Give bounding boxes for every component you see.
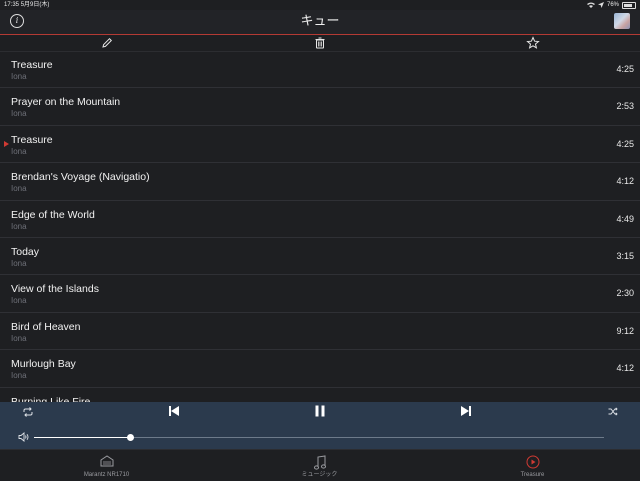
queue-list[interactable]: Treasure Iona 4:25 Prayer on the Mountain Io… [0, 51, 640, 402]
repeat-icon[interactable] [22, 407, 34, 417]
queue-toolbar [0, 35, 640, 52]
tab-receiver[interactable]: Marantz NR1710 [0, 450, 213, 481]
queue-row[interactable]: Treasure Iona 4:25 [0, 126, 640, 164]
queue-row[interactable]: Edge of the World Iona 4:49 [0, 201, 640, 238]
tab-label: Treasure [520, 472, 545, 478]
shuffle-icon[interactable] [608, 407, 618, 416]
track-title: Prayer on the Mountain [11, 96, 121, 109]
tab-label: ミュージック [301, 472, 338, 478]
queue-row[interactable]: View of the Islands Iona 2:30 [0, 275, 640, 313]
battery-icon [622, 1, 636, 9]
location-icon [597, 2, 604, 8]
volume-slider[interactable] [34, 434, 604, 441]
pause-icon[interactable] [314, 405, 326, 417]
volume-icon [18, 432, 29, 442]
queue-row[interactable]: Bird of Heaven Iona 9:12 [0, 313, 640, 351]
receiver-icon [100, 455, 113, 467]
queue-row[interactable]: Prayer on the Mountain Iona 2:53 [0, 88, 640, 126]
tab-bar: Marantz NR1710 ミュージック Treasure [0, 449, 640, 481]
star-icon[interactable] [526, 36, 540, 50]
volume-slider-fill [34, 437, 131, 438]
track-title: Treasure [11, 59, 53, 71]
battery-percent: 76% [606, 2, 619, 8]
track-title: View of the Islands [11, 283, 99, 296]
tab-music[interactable]: ミュージック [213, 450, 426, 481]
track-duration: 2:53 [616, 101, 634, 112]
track-artist: Iona [11, 184, 27, 194]
track-duration: 4:49 [616, 213, 634, 224]
track-title: Bird of Heaven [11, 320, 81, 333]
volume-slider-knob[interactable] [127, 434, 135, 441]
navigation-bar: i キュー [0, 10, 640, 35]
track-artist: Iona [11, 221, 27, 231]
track-artist: Iona [11, 258, 27, 268]
track-title: Today [11, 245, 40, 258]
page-title: キュー [300, 13, 340, 28]
player-controls [0, 402, 640, 449]
track-title: Brendan's Voyage (Navigatio) [11, 171, 150, 184]
trash-icon[interactable] [313, 36, 327, 50]
status-indicators: 76% [586, 0, 636, 10]
wifi-icon [586, 2, 595, 8]
track-artist: Iona [11, 296, 27, 306]
track-artist: Iona [11, 146, 27, 156]
track-duration: 4:25 [616, 64, 634, 74]
status-date: 5月9日(木) [20, 2, 50, 8]
track-duration: 2:30 [616, 288, 634, 299]
now-playing-indicator-icon [4, 140, 9, 147]
track-artist: Iona [11, 72, 27, 81]
track-title: Edge of the World [11, 208, 95, 221]
track-duration: 4:12 [616, 176, 634, 187]
now-playing-icon [526, 455, 539, 469]
track-artist: Iona [11, 109, 27, 119]
track-title: Murlough Bay [11, 358, 76, 371]
edit-pencil-icon[interactable] [100, 36, 114, 50]
tab-now-playing[interactable]: Treasure [426, 450, 639, 481]
track-title: Treasure [11, 133, 53, 146]
track-artist: Iona [11, 371, 27, 381]
track-duration: 9:12 [616, 325, 634, 336]
status-time: 17:35 [4, 2, 20, 8]
track-duration: 4:12 [616, 363, 634, 374]
track-artist: Iona [11, 333, 27, 343]
track-duration: 4:25 [616, 138, 634, 149]
queue-row[interactable]: Brendan's Voyage (Navigatio) Iona 4:12 [0, 163, 640, 201]
queue-row[interactable]: Murlough Bay Iona 4:12 [0, 350, 640, 388]
queue-row[interactable]: Treasure Iona 4:25 [0, 51, 640, 89]
album-art-thumbnail[interactable] [614, 13, 630, 29]
queue-row[interactable]: Today Iona 3:15 [0, 238, 640, 276]
queue-row[interactable]: Burning Like Fire [0, 388, 640, 402]
status-bar: 17:35 5月9日(木) 76% [0, 0, 640, 10]
status-time-date: 17:35 5月9日(木) [4, 0, 49, 10]
next-track-icon[interactable] [460, 405, 472, 417]
track-duration: 3:15 [616, 250, 634, 261]
previous-track-icon[interactable] [168, 405, 180, 417]
tab-label: Marantz NR1710 [83, 472, 130, 478]
